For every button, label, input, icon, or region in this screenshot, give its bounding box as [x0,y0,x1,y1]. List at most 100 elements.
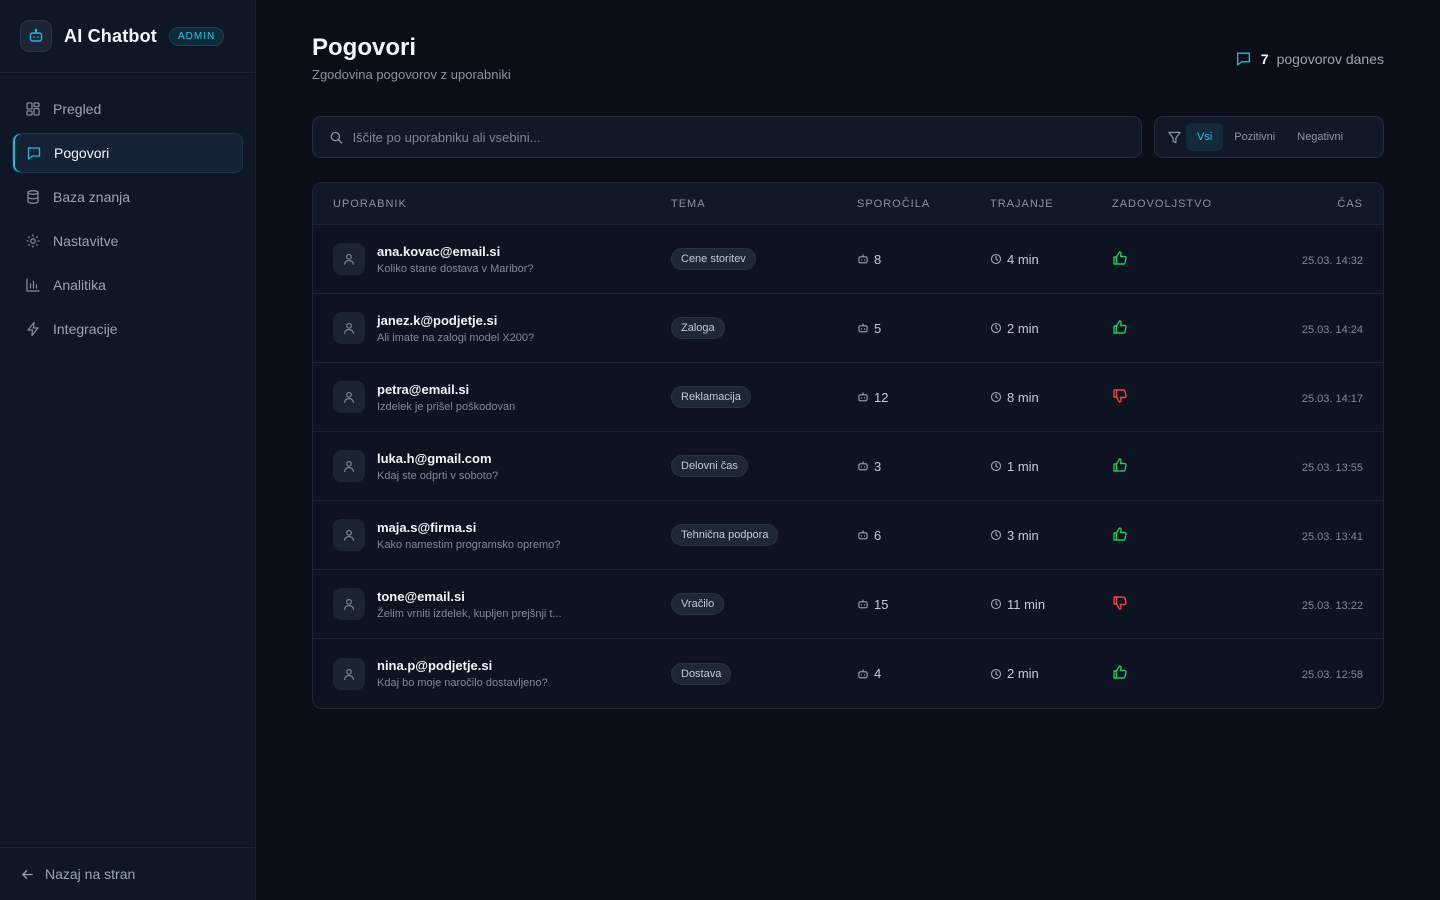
sidebar-nav: Pregled Pogovori Baza znanja Nastavitve … [0,73,255,349]
sidebar-item-label: Analitika [53,277,106,293]
sidebar-item-baza-znanja[interactable]: Baza znanja [12,177,243,217]
duration: 2 min [990,321,1112,336]
bot-icon [858,530,868,540]
user-icon [333,588,365,620]
sidebar: AI Chatbot ADMIN Pregled Pogovori Baza z… [0,0,256,900]
user-icon [333,381,365,413]
clock-icon [990,253,1002,265]
user-email: janez.k@podjetje.si [377,312,498,328]
thumbs-up-icon [1113,319,1127,334]
clock-icon [990,598,1002,610]
search-icon [330,131,343,144]
thumbs-down-icon [1113,595,1127,610]
user-icon [333,312,365,344]
timestamp: 25.03. 13:41 [1301,530,1363,543]
user-email: ana.kovac@email.si [377,243,501,259]
duration: 1 min [990,459,1112,474]
table-row[interactable]: nina.p@podjetje.si Kdaj bo moje naročilo… [313,639,1383,708]
today-counter: 7 pogovorov danes [1235,50,1384,67]
gear-icon [26,234,40,248]
brand: AI Chatbot ADMIN [0,0,255,73]
messages-count: 4 [857,666,990,681]
topic-tag: Reklamacija [671,386,751,408]
filter-positive[interactable]: Pozitivni [1223,123,1286,151]
back-to-site-link[interactable]: Nazaj na stran [0,847,255,900]
topic-tag: Vračilo [671,593,725,615]
dashboard-icon [26,102,40,116]
topic-tag: Cene storitev [671,248,756,270]
thumbs-up-icon [1113,526,1127,541]
back-to-site-label: Nazaj na stran [45,866,136,882]
col-time[interactable]: ČAS [1292,198,1383,210]
col-user[interactable]: UPORABNIK [313,198,671,210]
topic-tag: Tehnična podpora [671,524,779,546]
messages-count: 12 [857,390,990,405]
message-preview: Izdelek je prišel poškodovan [377,400,516,413]
messages-count: 5 [857,321,990,336]
message-preview: Koliko stane dostava v Maribor? [377,262,534,275]
filter-icon [1168,131,1181,143]
table-header: UPORABNIK TEMA SPOROČILA TRAJANJE ZADOVO… [313,183,1383,225]
sidebar-item-pregled[interactable]: Pregled [12,89,243,129]
sidebar-item-label: Baza znanja [53,189,131,205]
admin-badge: ADMIN [168,26,225,46]
search-bar [312,116,1142,158]
timestamp: 25.03. 12:58 [1301,669,1363,681]
table-row[interactable]: tone@email.si Želim vrniti izdelek, kupl… [313,570,1383,639]
duration: 2 min [990,666,1112,681]
clock-icon [990,391,1002,403]
user-email: luka.h@gmail.com [377,450,492,466]
user-email: tone@email.si [377,588,465,604]
satisfaction-indicator [1112,526,1292,545]
col-duration[interactable]: TRAJANJE [990,198,1112,210]
user-email: nina.p@podjetje.si [377,658,493,673]
filter-negative[interactable]: Negativni [1286,123,1354,151]
conversations-table: UPORABNIK TEMA SPOROČILA TRAJANJE ZADOVO… [312,182,1384,709]
col-satisfaction[interactable]: ZADOVOLJSTVO [1112,198,1292,210]
sidebar-item-nastavitve[interactable]: Nastavitve [12,221,243,261]
arrow-left-icon [22,869,33,879]
col-topic[interactable]: TEMA [671,198,857,210]
bot-icon [858,254,868,264]
sidebar-item-label: Nastavitve [53,233,119,249]
duration: 4 min [990,252,1112,267]
sidebar-item-integracije[interactable]: Integracije [12,309,243,349]
table-body: ana.kovac@email.si Koliko stane dostava … [313,225,1383,708]
bot-icon [858,599,868,609]
timestamp: 25.03. 13:55 [1301,461,1363,474]
satisfaction-filter: Vsi Pozitivni Negativni [1154,116,1384,158]
sidebar-item-label: Pregled [53,101,102,117]
messages-count: 6 [857,528,990,543]
table-row[interactable]: luka.h@gmail.com Kdaj ste odprti v sobot… [313,432,1383,501]
messages-count: 3 [857,459,990,474]
messages-count: 15 [857,597,990,612]
bar-chart-icon [26,278,40,292]
table-row[interactable]: petra@email.si Izdelek je prišel poškodo… [313,363,1383,432]
message-preview: Kdaj bo moje naročilo dostavljeno? [377,677,548,689]
timestamp: 25.03. 14:24 [1301,323,1363,336]
message-preview: Želim vrniti izdelek, kupljen prejšnji t… [377,607,562,620]
chat-icon [1236,52,1250,66]
table-row[interactable]: janez.k@podjetje.si Ali imate na zalogi … [313,294,1383,363]
duration: 3 min [990,528,1112,543]
search-input[interactable] [352,129,1125,145]
sidebar-item-pogovori[interactable]: Pogovori [12,133,243,173]
table-row[interactable]: maja.s@firma.si Kako namestim programsko… [313,501,1383,570]
duration: 11 min [990,597,1112,612]
thumbs-up-icon [1113,665,1127,679]
user-icon [333,519,365,551]
satisfaction-indicator [1112,457,1292,476]
clock-icon [990,460,1002,472]
clock-icon [990,322,1002,334]
lightning-icon [27,321,39,337]
chat-icon [27,147,41,160]
sidebar-item-analitika[interactable]: Analitika [12,265,243,305]
col-messages[interactable]: SPOROČILA [857,198,990,210]
bot-icon [858,461,868,471]
clock-icon [990,529,1002,541]
satisfaction-indicator [1112,388,1292,407]
table-row[interactable]: ana.kovac@email.si Koliko stane dostava … [313,225,1383,294]
thumbs-up-icon [1113,457,1127,472]
sidebar-item-label: Integracije [53,321,118,337]
filter-all[interactable]: Vsi [1186,123,1224,151]
